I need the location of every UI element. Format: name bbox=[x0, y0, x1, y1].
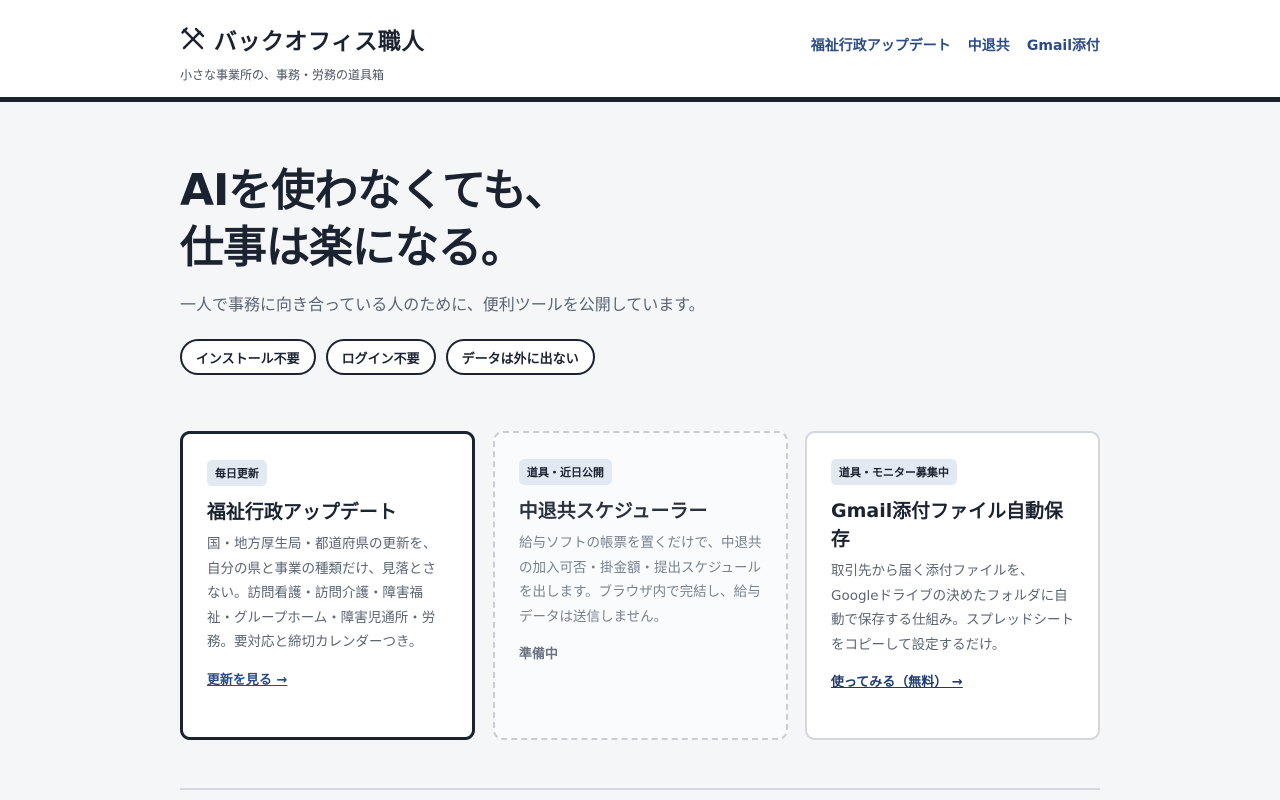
hero-title-line2: 仕事は楽になる。 bbox=[180, 222, 525, 273]
hero-title: AIを使わなくても、 仕事は楽になる。 bbox=[180, 162, 569, 276]
nav-chutaikyo[interactable]: 中退共 bbox=[968, 35, 1010, 55]
brand-title: バックオフィス職人 bbox=[214, 29, 426, 55]
card-description: 国・地方厚生局・都道府県の更新を、自分の県と事業の種類だけ、見落とさない。訪問看… bbox=[207, 536, 437, 650]
brand[interactable]: バックオフィス職人 小さな事業所の、事務・労務の道具箱 bbox=[180, 22, 425, 83]
pill-no-login: ログイン不要 bbox=[325, 339, 436, 375]
pill-data-stays-local: データは外に出ない bbox=[445, 339, 595, 375]
feature-pills: インストール不要 ログイン不要 データは外に出ない bbox=[180, 339, 595, 375]
brand-subtitle: 小さな事業所の、事務・労務の道具箱 bbox=[180, 68, 385, 82]
tools-icon bbox=[181, 27, 205, 50]
nav-gmail-attachment[interactable]: Gmail添付 bbox=[1027, 35, 1100, 55]
nav-welfare-update[interactable]: 福祉行政アップデート bbox=[811, 35, 951, 55]
site-header: バックオフィス職人 小さな事業所の、事務・労務の道具箱 福祉行政アップデート 中… bbox=[0, 0, 1280, 102]
card-chutaikyo-scheduler: 道具・近日公開 中退共スケジューラー 給与ソフトの帳票を置くだけで、中退共の加入… bbox=[493, 431, 788, 740]
main-nav: 福祉行政アップデート 中退共 Gmail添付 bbox=[811, 35, 1100, 55]
card-welfare-update[interactable]: 毎日更新 福祉行政アップデート 国・地方厚生局・都道府県の更新を、自分の県と事業… bbox=[180, 431, 475, 740]
section-divider bbox=[180, 788, 1100, 790]
card-badge: 道具・モニター募集中 bbox=[831, 459, 957, 485]
hero-title-line1: AIを使わなくても、 bbox=[180, 165, 569, 216]
card-badge: 毎日更新 bbox=[207, 460, 267, 486]
card-description: 給与ソフトの帳票を置くだけで、中退共の加入可否・掛金額・提出スケジュールを出しま… bbox=[519, 535, 762, 625]
try-free-link[interactable]: 使ってみる（無料） → bbox=[831, 671, 1074, 690]
hero-subtitle: 一人で事務に向き合っている人のために、便利ツールを公開しています。 bbox=[180, 295, 705, 314]
card-gmail-autosave[interactable]: 道具・モニター募集中 Gmail添付ファイル自動保存 取引先から届く添付ファイル… bbox=[805, 431, 1100, 740]
card-description: 取引先から届く添付ファイルを、Googleドライブの決めたフォルダに自動で保存す… bbox=[831, 563, 1074, 653]
card-badge: 道具・近日公開 bbox=[519, 459, 612, 485]
card-title: 中退共スケジューラー bbox=[519, 500, 708, 522]
preparing-label: 準備中 bbox=[519, 647, 559, 662]
view-updates-link[interactable]: 更新を見る → bbox=[207, 669, 448, 688]
card-title: 福祉行政アップデート bbox=[207, 501, 398, 523]
card-title: Gmail添付ファイル自動保存 bbox=[831, 500, 1064, 550]
pill-no-install: インストール不要 bbox=[180, 339, 316, 375]
